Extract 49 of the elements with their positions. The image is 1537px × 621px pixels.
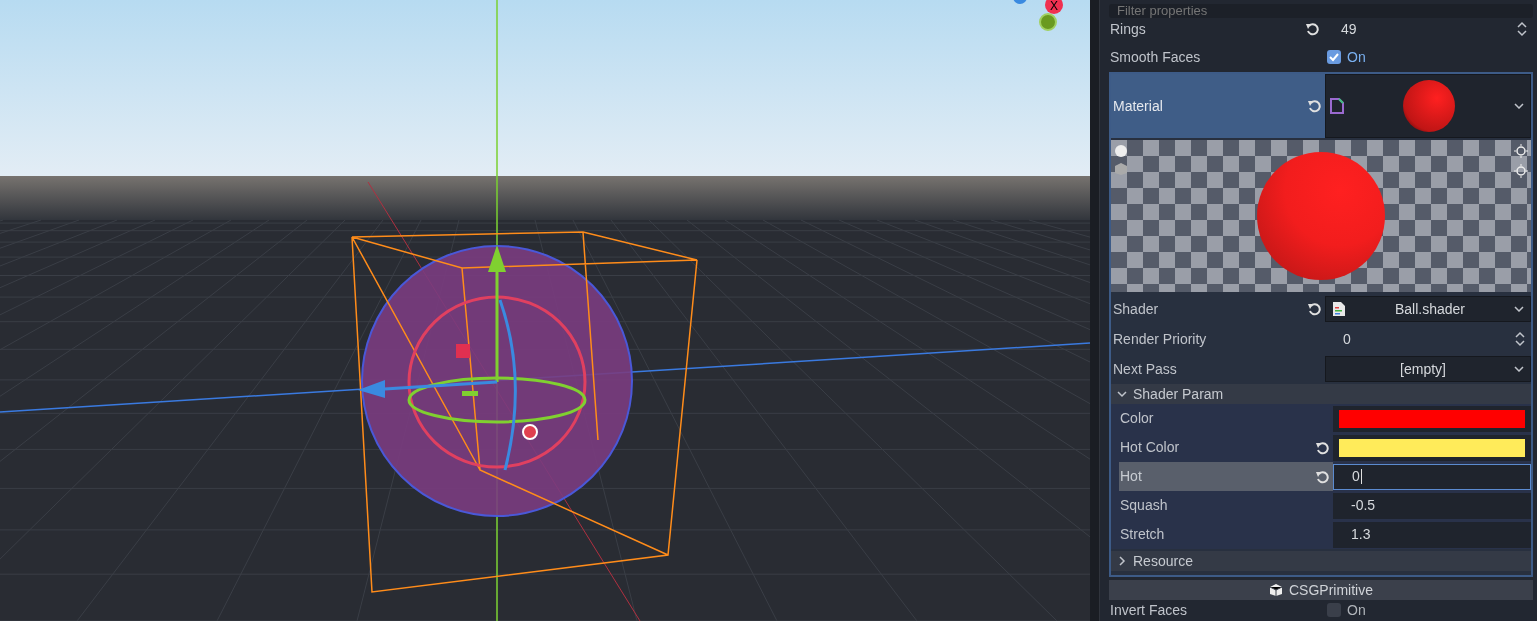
dropdown-caret-icon[interactable]: [1514, 306, 1524, 312]
spin-field[interactable]: 49: [1323, 16, 1533, 42]
property-label: Smooth Faces: [1110, 47, 1201, 67]
light-icon[interactable]: [1514, 164, 1528, 178]
filter-field[interactable]: Filter properties: [1109, 3, 1533, 18]
property-label: Rings: [1110, 19, 1146, 39]
material-file-icon[interactable]: [1330, 98, 1344, 114]
property-label: Squash: [1120, 496, 1168, 515]
category-title: CSGPrimitive: [1289, 580, 1373, 600]
script-file-icon[interactable]: [1332, 301, 1346, 317]
property-label: Material: [1113, 96, 1163, 116]
spinner-arrows-icon[interactable]: [1515, 331, 1525, 347]
color-swatch[interactable]: [1339, 409, 1525, 428]
revert-icon[interactable]: [1307, 99, 1321, 113]
number-field[interactable]: 0: [1333, 463, 1531, 490]
dropdown-caret-icon[interactable]: [1514, 366, 1524, 372]
property-label: Stretch: [1120, 525, 1165, 544]
property-label: Hot: [1120, 467, 1142, 486]
revert-icon[interactable]: [1305, 22, 1319, 36]
color-swatch[interactable]: [1339, 438, 1525, 457]
revert-icon[interactable]: [1315, 469, 1329, 484]
number-field[interactable]: -0.5: [1333, 492, 1531, 519]
checkbox[interactable]: [1327, 603, 1341, 617]
property-label: Render Priority: [1113, 329, 1207, 349]
cube-icon[interactable]: [1269, 583, 1283, 597]
property-label: Invert Faces: [1110, 602, 1188, 618]
resource-dropdown[interactable]: Ball.shader: [1325, 296, 1531, 322]
property-label: Next Pass: [1113, 359, 1177, 379]
x-axis-handle[interactable]: X: [1045, 0, 1063, 14]
revert-icon[interactable]: [1315, 440, 1329, 455]
checkbox[interactable]: [1327, 50, 1341, 64]
light-icon[interactable]: [1514, 144, 1528, 158]
resource-dropdown[interactable]: [empty]: [1325, 356, 1531, 382]
property-label: Color: [1120, 409, 1154, 428]
axis-dot[interactable]: [1039, 13, 1057, 31]
checkbox-label: On: [1347, 47, 1366, 67]
spinner-arrows-icon[interactable]: [1517, 21, 1527, 37]
section-header[interactable]: Shader Param: [1111, 384, 1531, 404]
number-field[interactable]: 1.3: [1333, 521, 1531, 548]
section-header[interactable]: Resource: [1111, 551, 1531, 571]
dropdown-caret-icon[interactable]: [1514, 103, 1524, 109]
property-label: Hot Color: [1120, 438, 1180, 457]
material-dropdown[interactable]: [1325, 74, 1531, 138]
property-label: Shader: [1113, 299, 1159, 319]
sphere-icon[interactable]: [1114, 144, 1128, 158]
revert-icon[interactable]: [1307, 302, 1321, 316]
spin-field[interactable]: 0: [1325, 326, 1531, 352]
checkbox-label: On: [1347, 602, 1366, 618]
ball-thumbnail: [1403, 80, 1455, 132]
